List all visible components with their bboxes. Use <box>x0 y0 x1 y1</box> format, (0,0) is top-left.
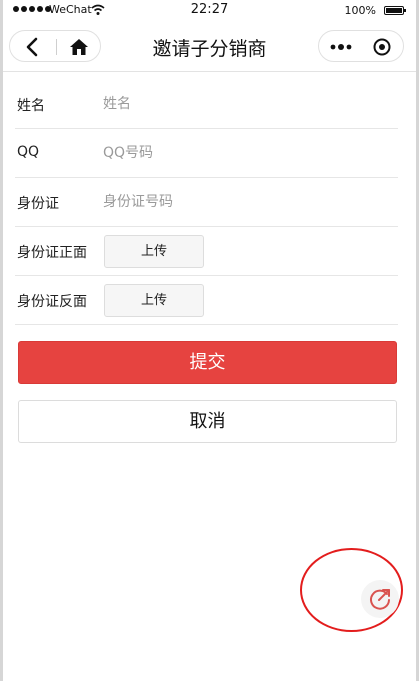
target-circle-icon[interactable] <box>369 34 395 60</box>
id-front-label: 身份证正面 <box>17 245 87 261</box>
submit-button[interactable]: 提交 <box>18 341 397 384</box>
id-number-row: 身份证 <box>15 178 398 227</box>
name-label: 姓名 <box>17 98 45 114</box>
qq-label: QQ <box>17 144 40 160</box>
navigation-bar: 邀请子分销商 <box>3 22 416 72</box>
id-back-label: 身份证反面 <box>17 294 87 310</box>
qq-input[interactable] <box>103 139 383 167</box>
frame-left-border <box>0 0 3 681</box>
id-back-row: 身份证反面 上传 <box>15 276 398 325</box>
status-bar: WeChat 22:27 100% <box>3 0 416 22</box>
id-number-input[interactable] <box>103 188 383 216</box>
id-back-upload-button[interactable]: 上传 <box>104 284 204 317</box>
name-input[interactable] <box>103 90 383 118</box>
id-number-label: 身份证 <box>17 196 59 212</box>
battery-icon <box>384 6 406 15</box>
qq-row: QQ <box>15 129 398 178</box>
more-dots-icon[interactable] <box>327 34 357 60</box>
share-button[interactable] <box>361 580 399 618</box>
nav-right-capsule <box>318 30 404 62</box>
share-icon <box>370 589 390 610</box>
battery-percent: 100% <box>344 4 376 17</box>
cancel-button[interactable]: 取消 <box>18 400 397 443</box>
name-row: 姓名 <box>15 80 398 129</box>
id-front-upload-button[interactable]: 上传 <box>104 235 204 268</box>
id-front-row: 身份证正面 上传 <box>15 227 398 276</box>
